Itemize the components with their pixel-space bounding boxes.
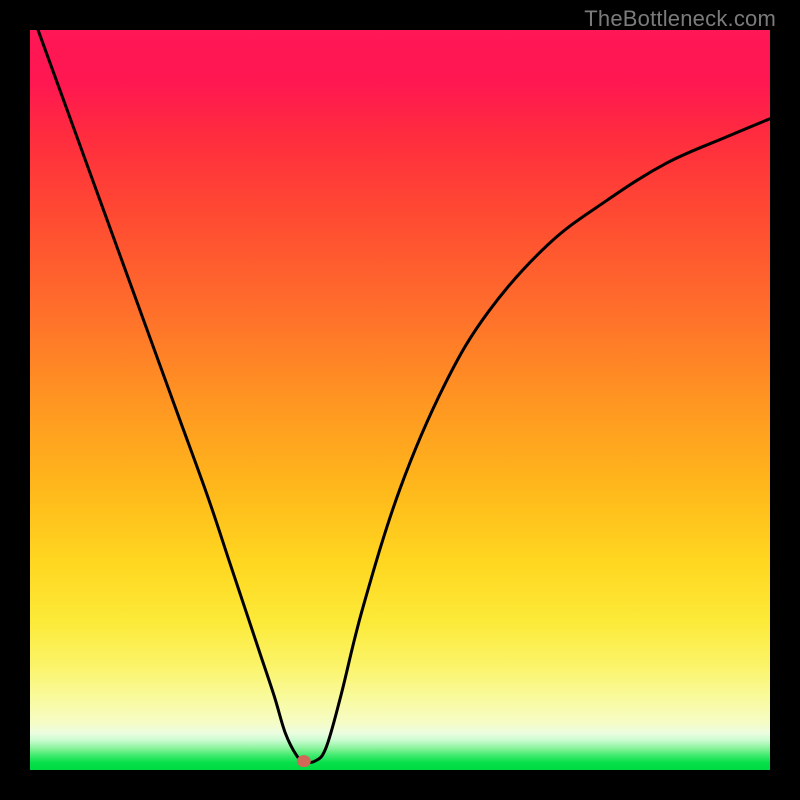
- chart-frame: TheBottleneck.com: [0, 0, 800, 800]
- bottleneck-marker: [297, 755, 311, 767]
- credit-label: TheBottleneck.com: [584, 6, 776, 32]
- curve-svg: [30, 30, 770, 770]
- plot-area: [30, 30, 770, 770]
- bottleneck-curve: [30, 8, 770, 763]
